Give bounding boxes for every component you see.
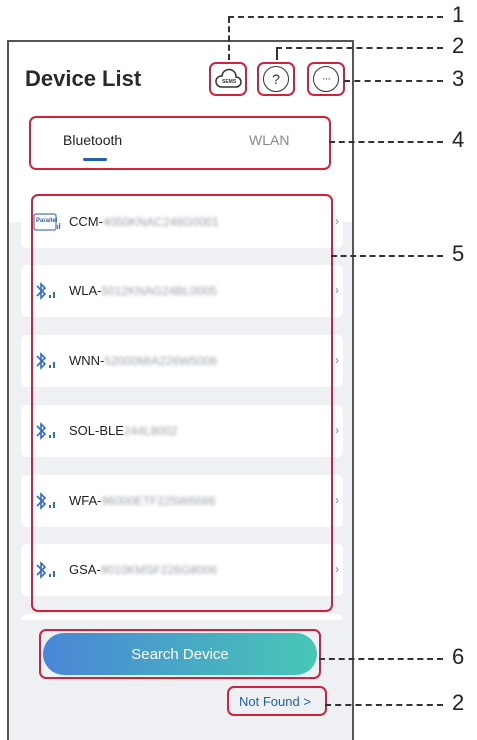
sems-cloud-icon[interactable]: SEMS bbox=[214, 68, 242, 90]
callout-number-3: 3 bbox=[452, 66, 465, 91]
callout-number-2b: 2 bbox=[452, 690, 465, 715]
device-list-highlight bbox=[31, 194, 333, 612]
chevron-right-icon: › bbox=[335, 493, 339, 507]
sems-icon-text: SEMS bbox=[222, 79, 237, 85]
chevron-right-icon: › bbox=[335, 423, 339, 437]
callout-line-5 bbox=[331, 255, 443, 257]
callout-number-5: 5 bbox=[452, 241, 465, 266]
search-highlight bbox=[39, 629, 321, 679]
help-icon[interactable]: ? bbox=[263, 66, 289, 92]
phone-screen: Device List SEMS ? ··· Bluetooth WLAN Pa… bbox=[7, 40, 354, 740]
chevron-right-icon: › bbox=[335, 214, 339, 228]
chevron-right-icon: › bbox=[335, 283, 339, 297]
callout-number-4: 4 bbox=[452, 127, 465, 152]
callout-number-6: 6 bbox=[452, 644, 465, 669]
callout-line-1 bbox=[228, 16, 443, 18]
callout-number-1: 1 bbox=[452, 2, 465, 27]
callout-line-1-vertical bbox=[228, 17, 230, 60]
more-icon[interactable]: ··· bbox=[313, 66, 339, 92]
tab-highlight bbox=[29, 116, 331, 170]
page-title: Device List bbox=[25, 66, 142, 91]
callout-line-3 bbox=[344, 80, 443, 82]
callout-line-6 bbox=[319, 658, 443, 660]
chevron-right-icon: › bbox=[335, 562, 339, 576]
callout-line-2 bbox=[276, 47, 443, 49]
callout-line-4 bbox=[329, 141, 443, 143]
callout-line-2b bbox=[325, 704, 443, 706]
callout-number-2: 2 bbox=[452, 33, 465, 58]
callout-line-2-vertical bbox=[276, 48, 278, 60]
chevron-right-icon: › bbox=[335, 353, 339, 367]
not-found-highlight bbox=[227, 686, 327, 716]
